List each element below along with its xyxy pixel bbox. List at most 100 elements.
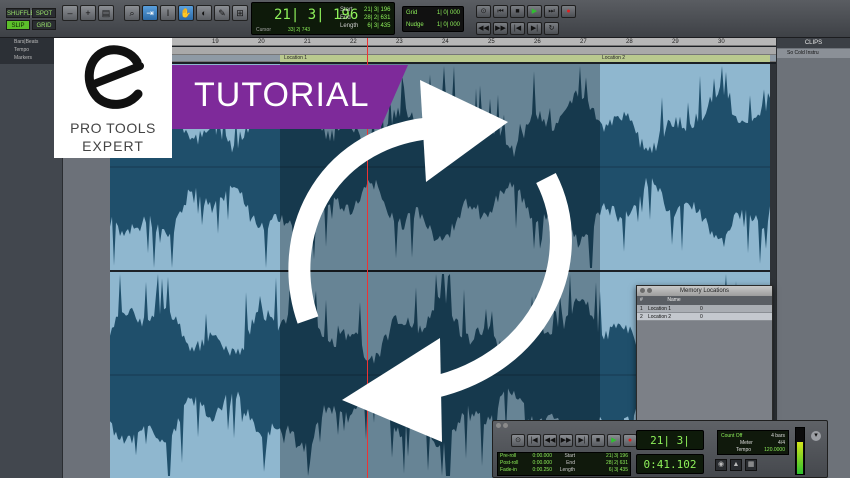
postroll-value[interactable]: 0:00.000 [522, 460, 552, 467]
bar-tick: 29 [672, 39, 679, 45]
nudge-value[interactable]: 1| 0| 000 [437, 19, 460, 31]
metronome-icon[interactable]: ▲ [730, 459, 742, 471]
selector-tool-icon[interactable]: I [160, 5, 176, 21]
logo-line-1: PRO TOOLS [70, 120, 156, 136]
main-counter[interactable]: 21| 3| 196 Start End Length 21| 3| 196 2… [251, 2, 395, 35]
minimize-icon[interactable] [647, 288, 652, 293]
pencil-tool-icon[interactable]: ✎ [214, 5, 230, 21]
memory-row[interactable]: 1 Location 1 0 [637, 305, 772, 313]
bar-tick: 23 [396, 39, 403, 45]
toolbar-transport-row2: ◀◀ ▶▶ |◀ ▶| ↻ [476, 22, 559, 35]
level-fill [797, 441, 803, 474]
length-label: Length [559, 467, 575, 473]
slip-mode-button[interactable]: SLIP [6, 20, 30, 30]
record-icon[interactable]: ● [561, 5, 576, 18]
play-icon[interactable]: ▶ [527, 5, 542, 18]
cursor-label: Cursor [256, 27, 272, 33]
chevron-down-icon[interactable]: ▾ [811, 431, 821, 441]
meter-label: Meter [740, 440, 753, 446]
memory-row[interactable]: 2 Location 2 0 [637, 313, 772, 321]
record-icon[interactable]: ● [623, 434, 637, 447]
smart-tool-icon[interactable]: ⊞ [232, 5, 248, 21]
stop-icon[interactable]: ■ [591, 434, 605, 447]
loop-icon[interactable]: ↻ [544, 22, 559, 35]
length-value[interactable]: 6| 3| 435 [364, 22, 390, 30]
cursor-value: 33| 2| 743 [288, 27, 311, 33]
end-label: End [340, 15, 351, 21]
clips-list: CLIPS So Cold Instru [776, 38, 850, 478]
edit-tools: ⌕ ⇥ I ✋ ◐ ✎ ⊞ [124, 5, 248, 21]
zoom-tools: – + ▤ [62, 5, 114, 21]
memory-locations-window: Memory Locations # Name 1 Location 1 0 2… [636, 285, 773, 423]
zoomer-tool-icon[interactable]: ⌕ [124, 5, 140, 21]
bar-tick: 19 [212, 39, 219, 45]
start-label: Start [340, 7, 353, 13]
next-icon[interactable]: ▶| [527, 22, 542, 35]
nudge-label: Nudge [406, 22, 424, 28]
grid-nudge-box: Grid 1| 0| 000 Nudge 1| 0| 000 [402, 6, 464, 32]
rewind-icon[interactable]: ◀◀ [476, 22, 491, 35]
start-value[interactable]: 21| 3| 196 [364, 6, 390, 14]
bar-tick: 30 [718, 39, 725, 45]
row-value: 0 [700, 314, 703, 320]
row-value: 0 [700, 306, 703, 312]
go-to-end-icon[interactable]: ⏭ [544, 5, 559, 18]
scrubber-tool-icon[interactable]: ◐ [196, 5, 212, 21]
location-markers: Location 1 Location 2 [280, 55, 770, 62]
countoff-bars: 4 bars [771, 433, 785, 439]
memory-locations-titlebar[interactable]: Memory Locations [637, 286, 772, 296]
fadein-label[interactable]: Fade-in [498, 467, 522, 474]
countoff-label[interactable]: Count Off [721, 433, 742, 439]
bar-tick: 24 [442, 39, 449, 45]
online-icon[interactable]: ⊙ [476, 5, 491, 18]
bar-tick: 20 [258, 39, 265, 45]
meter-value[interactable]: 4/4 [778, 440, 785, 446]
bar-tick: 22 [350, 39, 357, 45]
row-name: Location 2 [648, 314, 672, 320]
zoom-in-icon[interactable]: + [80, 5, 96, 21]
wait-for-note-icon[interactable]: ◉ [715, 459, 727, 471]
location-2-marker[interactable]: Location 2 [602, 55, 625, 62]
row-name: Location 1 [648, 306, 672, 312]
spot-mode-button[interactable]: SPOT [32, 8, 56, 18]
clips-title[interactable]: CLIPS [777, 38, 850, 48]
grabber-tool-icon[interactable]: ✋ [178, 5, 194, 21]
zoom-out-icon[interactable]: – [62, 5, 78, 21]
logo-e-icon [84, 45, 144, 109]
toolbar-transport: ⊙ ⏮ ■ ▶ ⏭ ● [476, 5, 576, 18]
length-value[interactable]: 6| 3| 435 [578, 467, 628, 474]
clip-item[interactable]: So Cold Instru [777, 49, 850, 58]
edit-mode-buttons: SHUFFLE SPOT SLIP GRID [6, 8, 56, 30]
return-to-zero-icon[interactable]: ⏮ [493, 5, 508, 18]
fast-forward-icon[interactable]: ▶▶ [493, 22, 508, 35]
location-1-marker[interactable]: Location 1 [284, 55, 307, 62]
grid-value[interactable]: 1| 0| 000 [437, 7, 460, 19]
transport-main-counter[interactable]: 21| 3| 196 [636, 430, 704, 466]
fadein-value[interactable]: 0:00.250 [522, 467, 552, 474]
bar-tick: 21 [304, 39, 311, 45]
memory-columns: # Name [637, 296, 772, 305]
bar-tick: 28 [626, 39, 633, 45]
zoom-preset-icon[interactable]: ▤ [98, 5, 114, 21]
selection-labels: Start End Length [340, 6, 358, 30]
postroll-label[interactable]: Post-roll [498, 460, 522, 467]
end-value[interactable]: 28| 2| 631 [578, 460, 628, 467]
tempo-label: Tempo [736, 447, 752, 453]
shuffle-mode-button[interactable]: SHUFFLE [6, 8, 34, 18]
merge-icon[interactable]: ▦ [745, 459, 757, 471]
end-value[interactable]: 28| 2| 631 [364, 14, 390, 22]
transport-sub-counter[interactable]: 0:41.102 [636, 454, 704, 474]
close-icon[interactable] [640, 288, 645, 293]
prev-icon[interactable]: |◀ [510, 22, 525, 35]
trim-tool-icon[interactable]: ⇥ [142, 5, 158, 21]
play-icon[interactable]: ▶ [607, 434, 621, 447]
row-number: 1 [640, 306, 643, 312]
memory-locations-title: Memory Locations [679, 288, 730, 294]
tempo-value[interactable]: 120.0000 [764, 447, 785, 453]
grid-mode-button[interactable]: GRID [32, 20, 56, 30]
master-level-meter [795, 427, 805, 475]
length-label: Length [340, 23, 359, 29]
stop-icon[interactable]: ■ [510, 5, 525, 18]
end-label: End [566, 460, 575, 466]
col-number: # [640, 297, 643, 303]
